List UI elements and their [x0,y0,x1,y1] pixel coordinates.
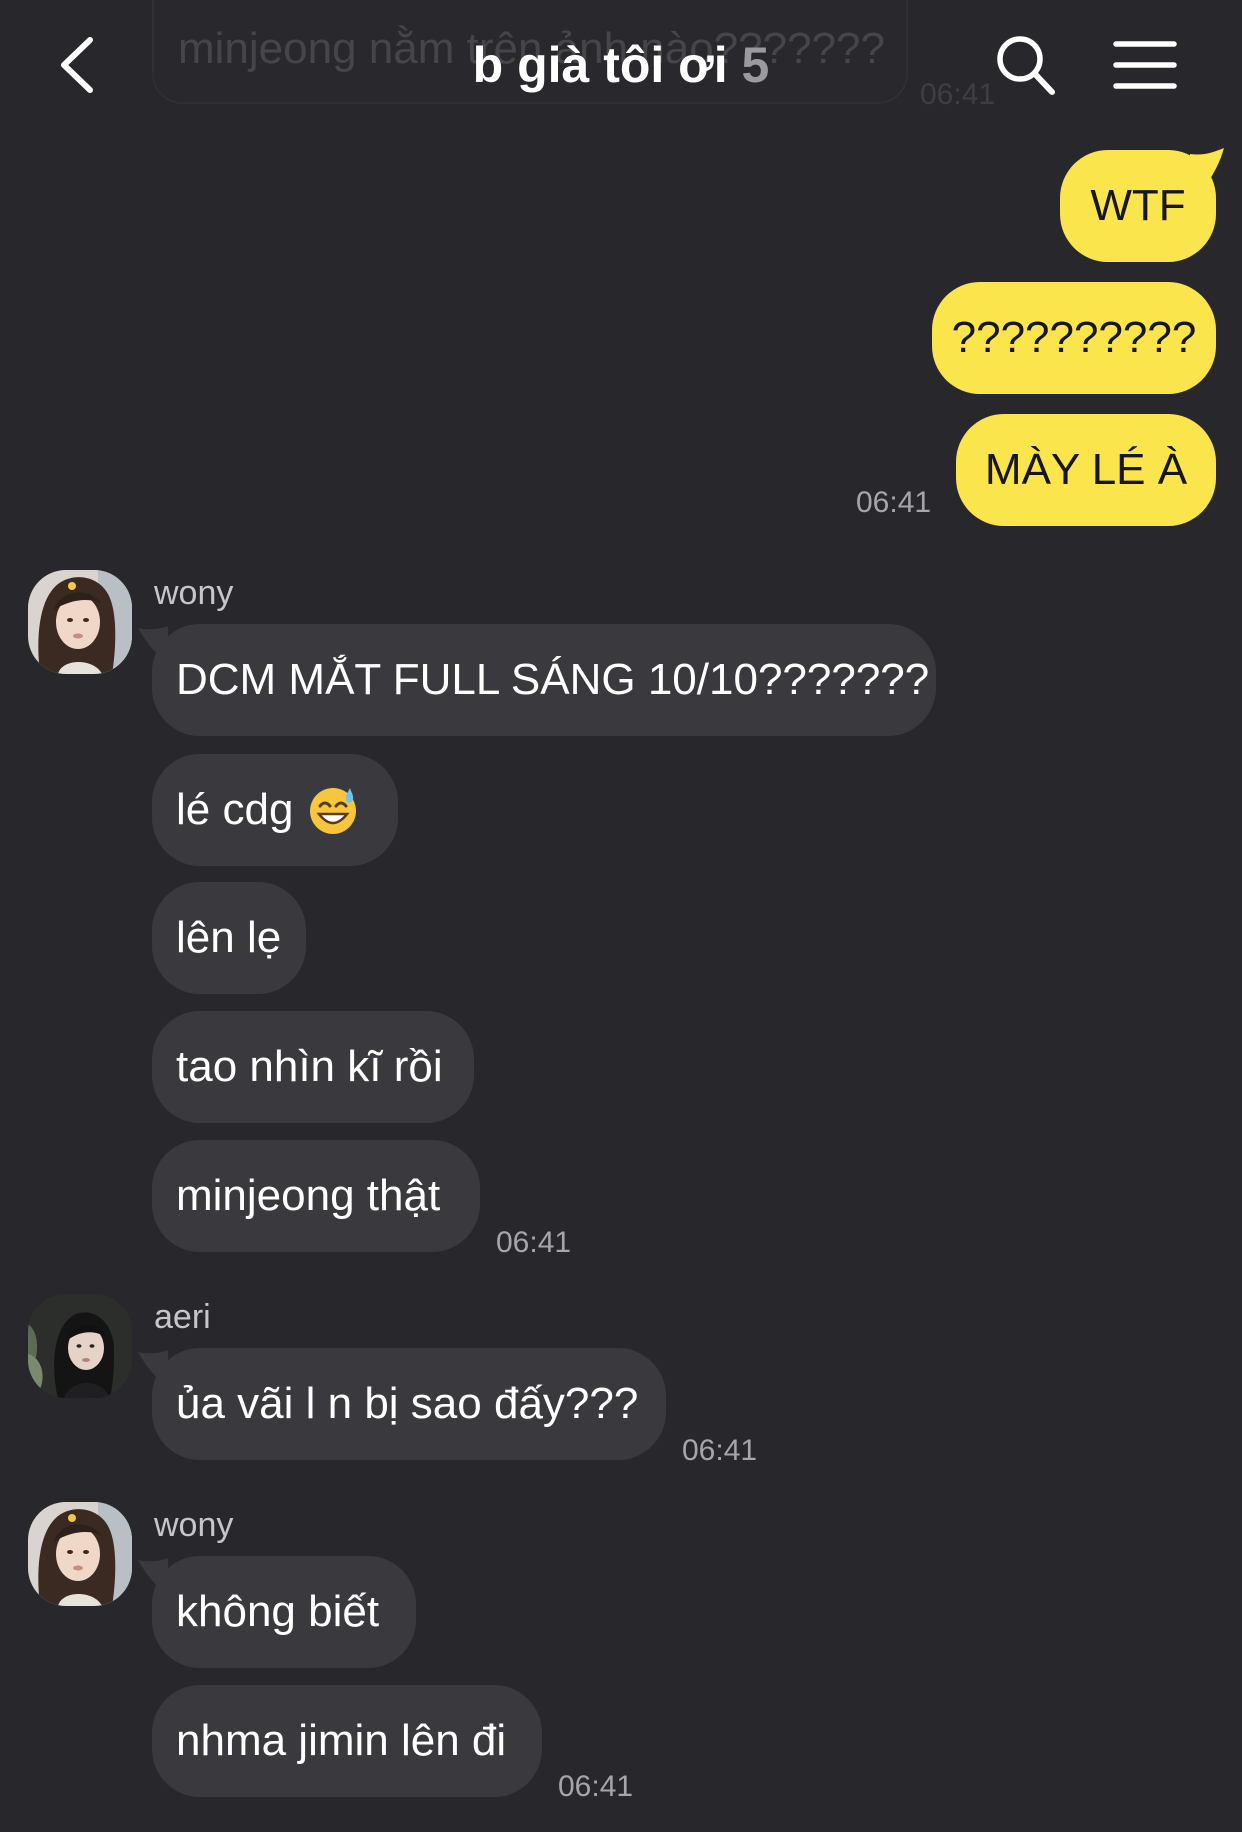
my-message-bubble[interactable]: WTF [1060,150,1216,262]
their-message-bubble[interactable]: minjeong thật [152,1140,480,1252]
their-message-text: minjeong thật [176,1171,441,1220]
sender-name: wony [154,1506,234,1544]
their-message-text: DCM MẮT FULL SÁNG 10/10??????? [176,655,930,704]
chat-header: minjeong nằm trên ảnh nào??????? 06:41 b… [0,0,1242,130]
avatar-wony[interactable] [28,1502,132,1606]
hamburger-menu-icon [1113,41,1177,89]
their-message-bubble[interactable]: tao nhìn kĩ rồi [152,1011,474,1123]
my-message-text: MÀY LÉ À [984,445,1188,494]
grinning-sweat-emoji [310,788,357,834]
avatar-aeri[interactable] [28,1294,132,1398]
their-message-text: lên lẹ [176,913,282,962]
their-message-bubble[interactable]: ủa vãi l n bị sao đấy??? [152,1348,666,1460]
their-message-text: ủa vãi l n bị sao đấy??? [176,1379,639,1428]
menu-button[interactable] [1110,36,1180,96]
message-timestamp: 06:41 [496,1226,572,1259]
their-message-bubble[interactable]: DCM MẮT FULL SÁNG 10/10??????? [152,624,936,736]
message-timestamp: 06:41 [682,1434,758,1467]
message-timestamp: 06:41 [558,1770,634,1803]
member-count: 5 [741,37,770,93]
sender-name: wony [154,574,234,612]
my-message-text: ?????????? [951,313,1197,362]
search-icon [997,36,1055,95]
their-message-text: không biết [176,1587,380,1636]
their-message-bubble[interactable]: không biết [152,1556,416,1668]
their-message-bubble[interactable]: lé cdg [152,754,398,866]
message-timestamp: 06:41 [856,486,932,519]
search-button[interactable] [990,30,1060,100]
their-message-bubble[interactable]: nhma jimin lên đi [152,1685,542,1797]
their-message-text: lé cdg [176,785,294,834]
my-message-text: WTF [1090,181,1186,230]
their-message-bubble[interactable]: lên lẹ [152,882,306,994]
avatar-photo [28,570,132,674]
avatar-photo [28,1294,132,1398]
chat-title-text: b già tôi ơi [472,37,728,93]
their-message-text: tao nhìn kĩ rồi [176,1042,443,1091]
avatar-photo [28,1502,132,1606]
sender-name: aeri [154,1298,211,1336]
my-message-bubble[interactable]: ?????????? [932,282,1216,394]
their-message-text: nhma jimin lên đi [176,1716,507,1765]
my-message-bubble[interactable]: MÀY LÉ À [956,414,1216,526]
avatar-wony[interactable] [28,570,132,674]
